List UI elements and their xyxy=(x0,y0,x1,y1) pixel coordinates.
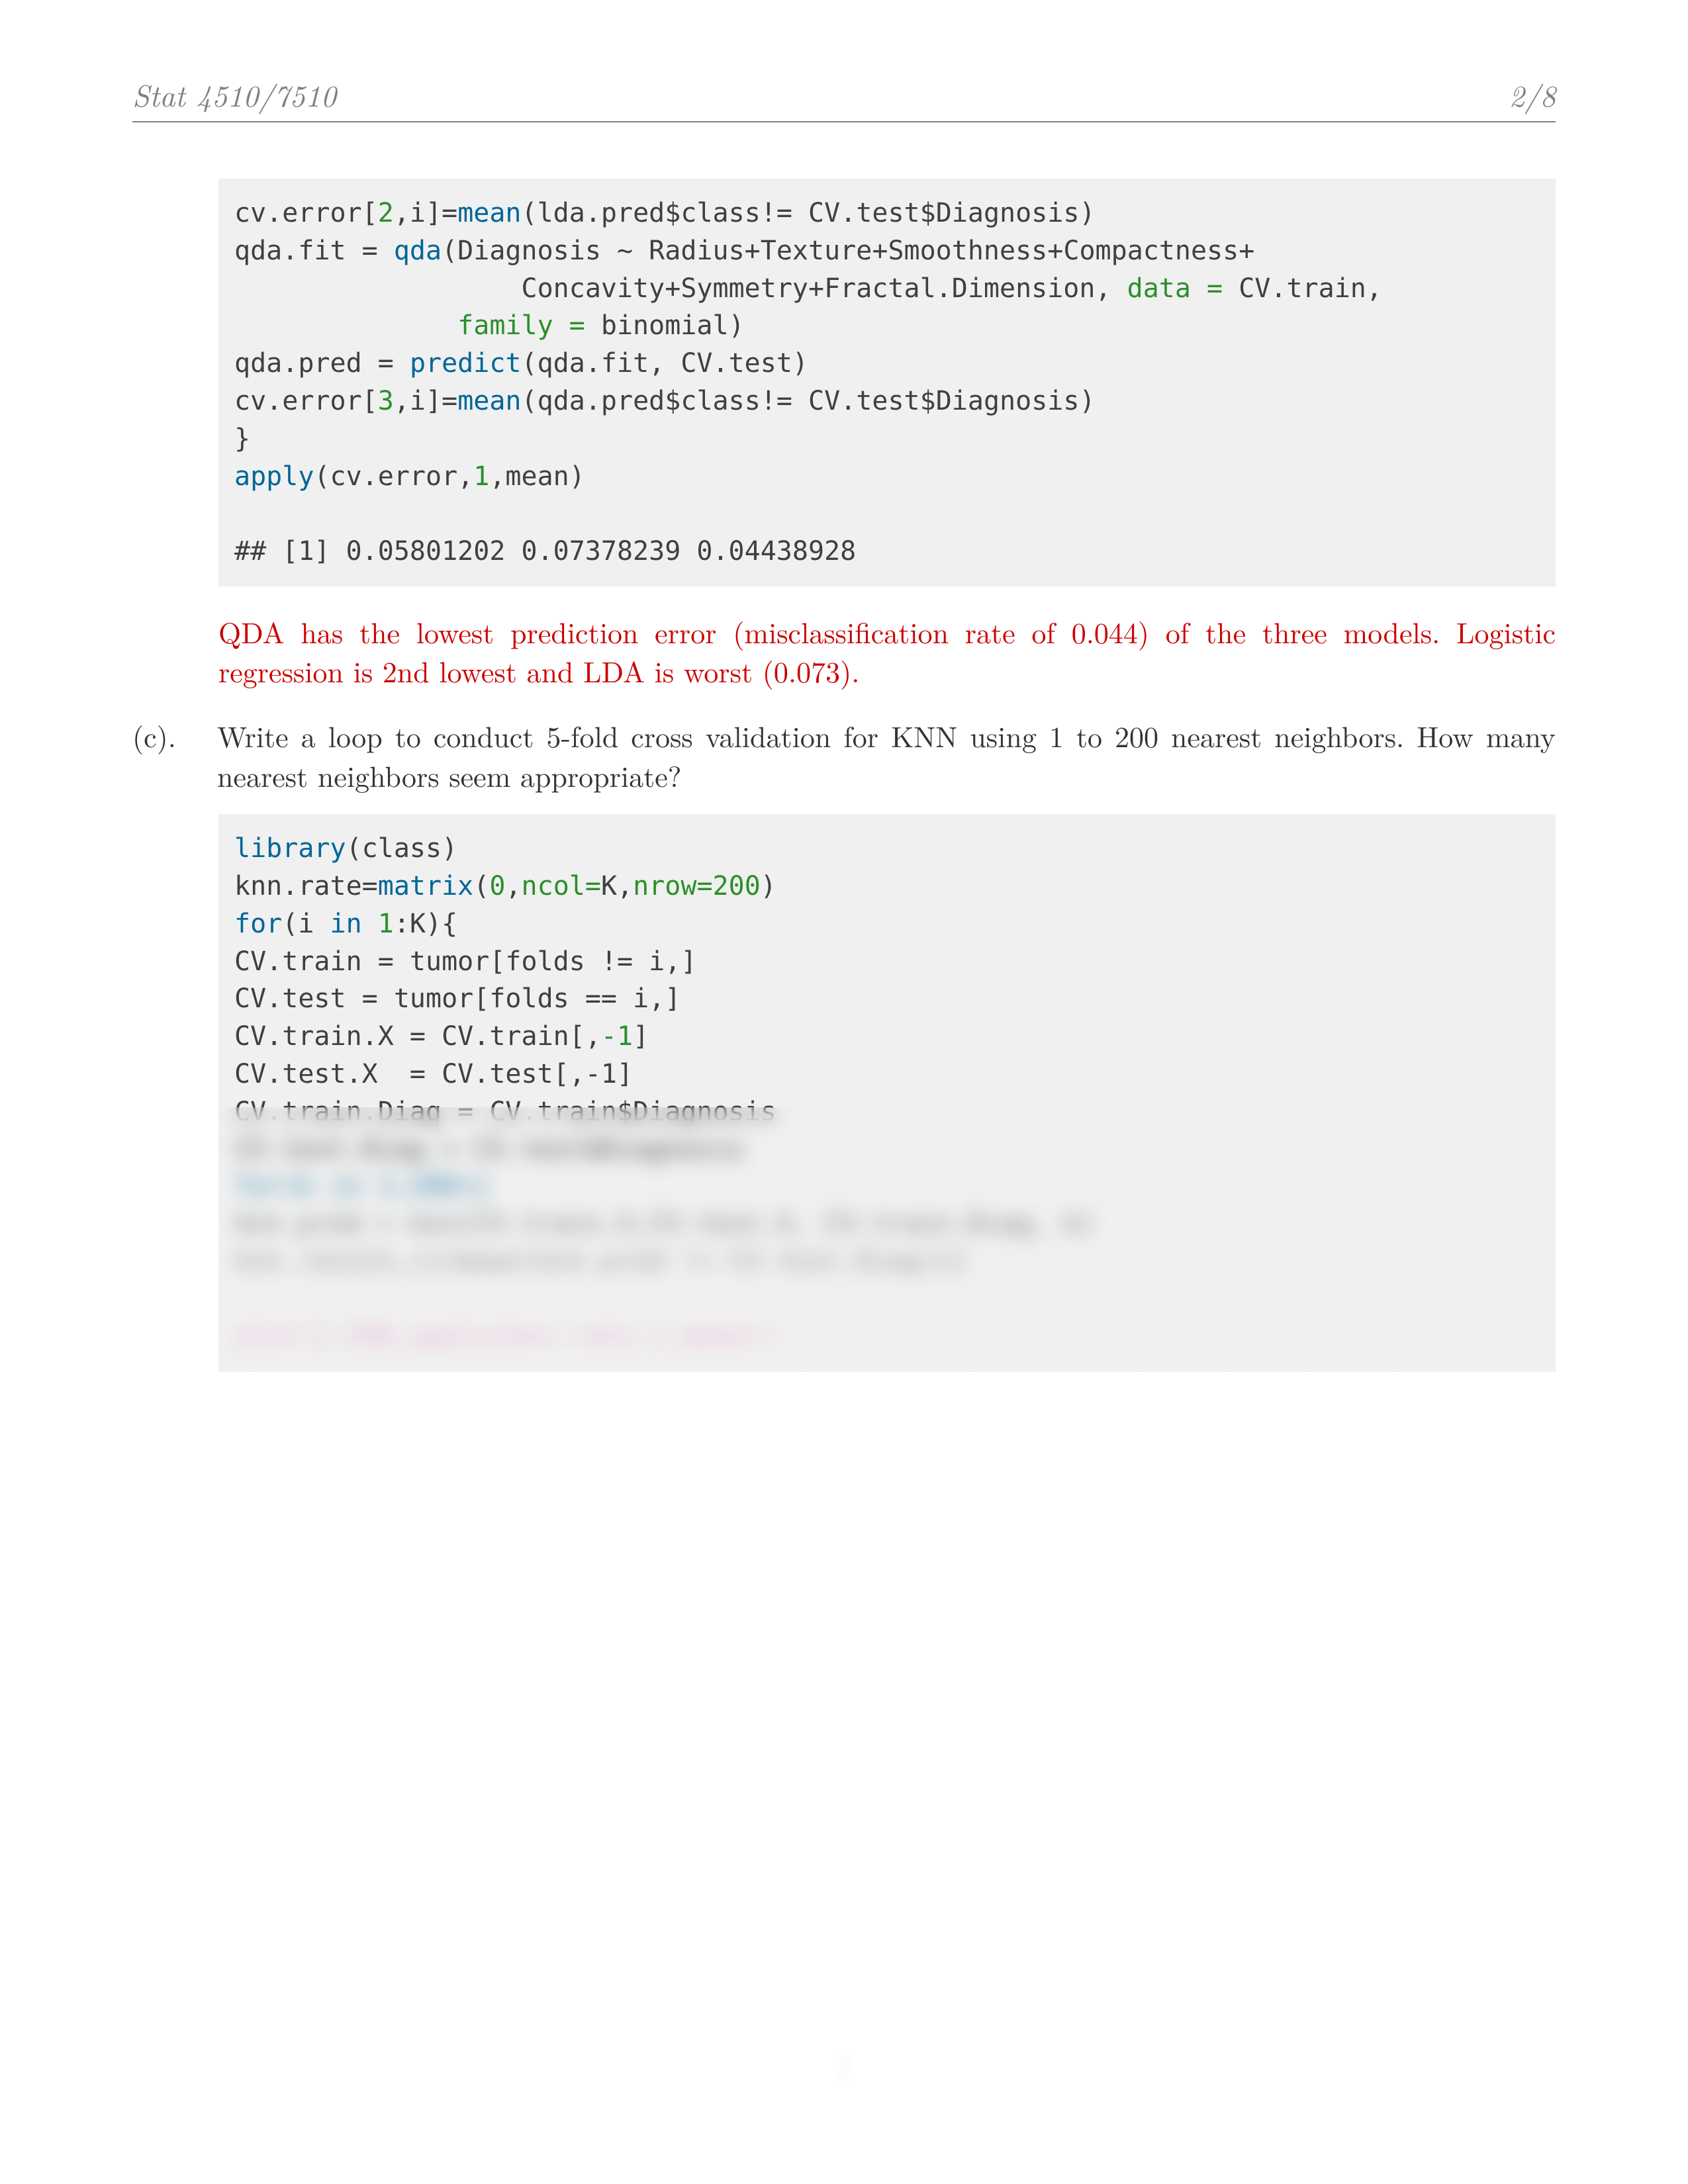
page: Stat 4510/7510 2/8 cv.error[2,i]=mean(ld… xyxy=(0,0,1688,2184)
code-block-1: cv.error[2,i]=mean(lda.pred$class!= CV.t… xyxy=(218,179,1556,586)
page-header: Stat 4510/7510 2/8 xyxy=(132,73,1556,122)
section-b-continued: cv.error[2,i]=mean(lda.pred$class!= CV.t… xyxy=(218,179,1556,690)
question-c-label: (c). xyxy=(132,715,205,796)
code-block-2: library(class) knn.rate=matrix(0,ncol=K,… xyxy=(218,814,1556,1372)
section-c-code: library(class) knn.rate=matrix(0,ncol=K,… xyxy=(218,814,1556,1372)
footer-page-number: 2 xyxy=(0,2043,1688,2085)
page-content: cv.error[2,i]=mean(lda.pred$class!= CV.t… xyxy=(132,179,1556,1372)
page-number: 2/8 xyxy=(1509,73,1556,116)
question-c: (c). Write a loop to conduct 5-fold cros… xyxy=(132,715,1556,796)
answer-b: QDA has the lowest prediction error (mis… xyxy=(218,612,1556,690)
code-output-1: ## [1] 0.05801202 0.07378239 0.04438928 xyxy=(234,536,856,567)
course-label: Stat 4510/7510 xyxy=(132,73,336,116)
question-c-text: Write a loop to conduct 5-fold cross val… xyxy=(217,715,1556,796)
